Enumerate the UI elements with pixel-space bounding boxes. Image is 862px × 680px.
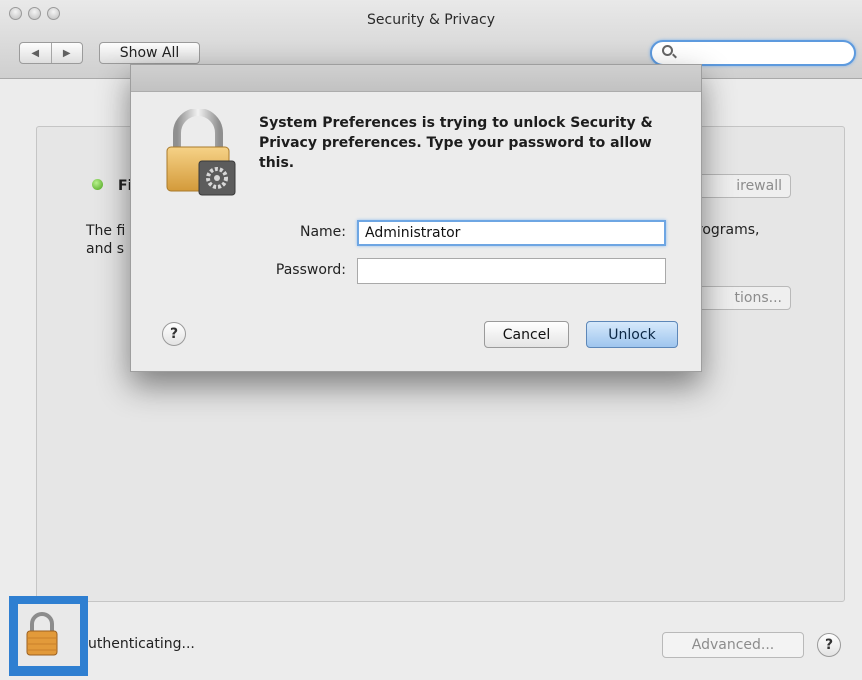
cancel-button[interactable]: Cancel [484,321,569,348]
description-line-1: The fi [86,223,126,239]
unlock-button[interactable]: Unlock [586,321,678,348]
description-line-2: and s [86,241,125,257]
password-label: Password: [275,262,346,278]
advanced-button[interactable]: Advanced... [662,632,804,658]
help-button[interactable]: ? [817,633,841,657]
back-button[interactable]: ◀ [20,43,51,63]
authentication-dialog: System Preferences is trying to unlock S… [130,64,702,372]
dialog-top-edge [131,65,701,92]
name-label: Name: [299,224,346,240]
window-title: Security & Privacy [367,12,495,28]
padlock-gear-icon [166,109,236,196]
nav-back-forward: ◀ ▶ [19,42,83,64]
dialog-message: System Preferences is trying to unlock S… [259,115,653,171]
forward-button[interactable]: ▶ [50,43,83,63]
dialog-help-button[interactable]: ? [162,322,186,346]
authenticating-status: uthenticating... [88,636,195,652]
password-field[interactable] [357,258,666,284]
search-icon [662,45,673,56]
security-privacy-window: Security & Privacy ◀ ▶ Show All Fi The f… [0,0,862,680]
search-input[interactable] [650,40,856,66]
status-indicator-icon [92,179,103,190]
show-all-button[interactable]: Show All [99,42,200,64]
firewall-description: The fi and s [86,222,125,258]
name-field[interactable] [357,220,666,246]
padlock-icon [26,612,58,656]
